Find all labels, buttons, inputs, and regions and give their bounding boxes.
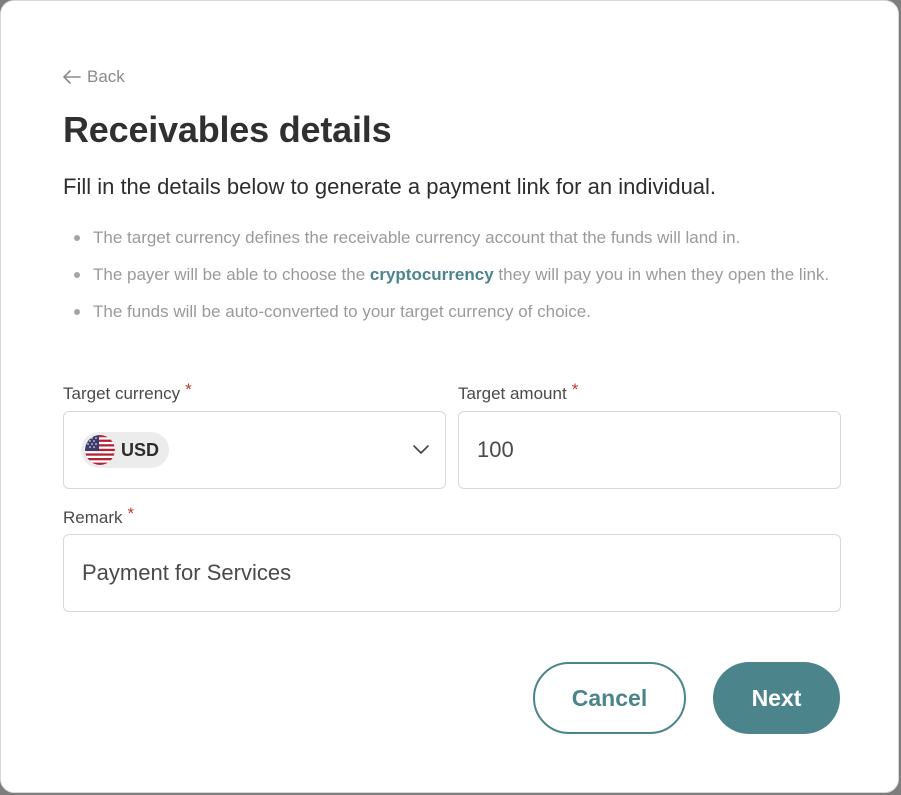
arrow-left-icon <box>63 70 81 84</box>
us-flag-icon <box>85 435 115 465</box>
target-currency-label: Target currency * <box>63 380 192 403</box>
required-mark: * <box>185 380 192 399</box>
target-amount-label: Target amount * <box>458 380 579 403</box>
remark-field <box>63 534 841 612</box>
currency-code: USD <box>121 439 160 460</box>
target-amount-field <box>458 411 841 489</box>
cryptocurrency-link[interactable]: cryptocurrency <box>370 265 494 284</box>
required-mark: * <box>127 504 135 523</box>
info-list: The target currency defines the receivab… <box>63 221 853 332</box>
page-title: Receivables details <box>63 109 392 150</box>
info-item: The payer will be able to choose the cry… <box>63 258 853 291</box>
remark-label: Remark * <box>63 504 135 527</box>
back-label: Back <box>87 67 125 86</box>
next-button[interactable]: Next <box>713 662 840 734</box>
currency-chip: USD <box>81 432 170 468</box>
chevron-down-icon[interactable] <box>413 442 429 460</box>
info-item: The funds will be auto-converted to your… <box>63 295 853 328</box>
receivables-modal: Back Receivables details Fill in the det… <box>0 0 899 793</box>
required-mark: * <box>571 380 579 399</box>
cancel-button[interactable]: Cancel <box>533 662 686 734</box>
target-currency-select[interactable]: USD <box>63 411 446 489</box>
target-amount-input[interactable] <box>459 412 840 488</box>
page-subtitle: Fill in the details below to generate a … <box>63 174 717 199</box>
remark-input[interactable] <box>64 535 840 611</box>
back-link[interactable]: Back <box>63 67 125 87</box>
info-item: The target currency defines the receivab… <box>63 221 853 254</box>
